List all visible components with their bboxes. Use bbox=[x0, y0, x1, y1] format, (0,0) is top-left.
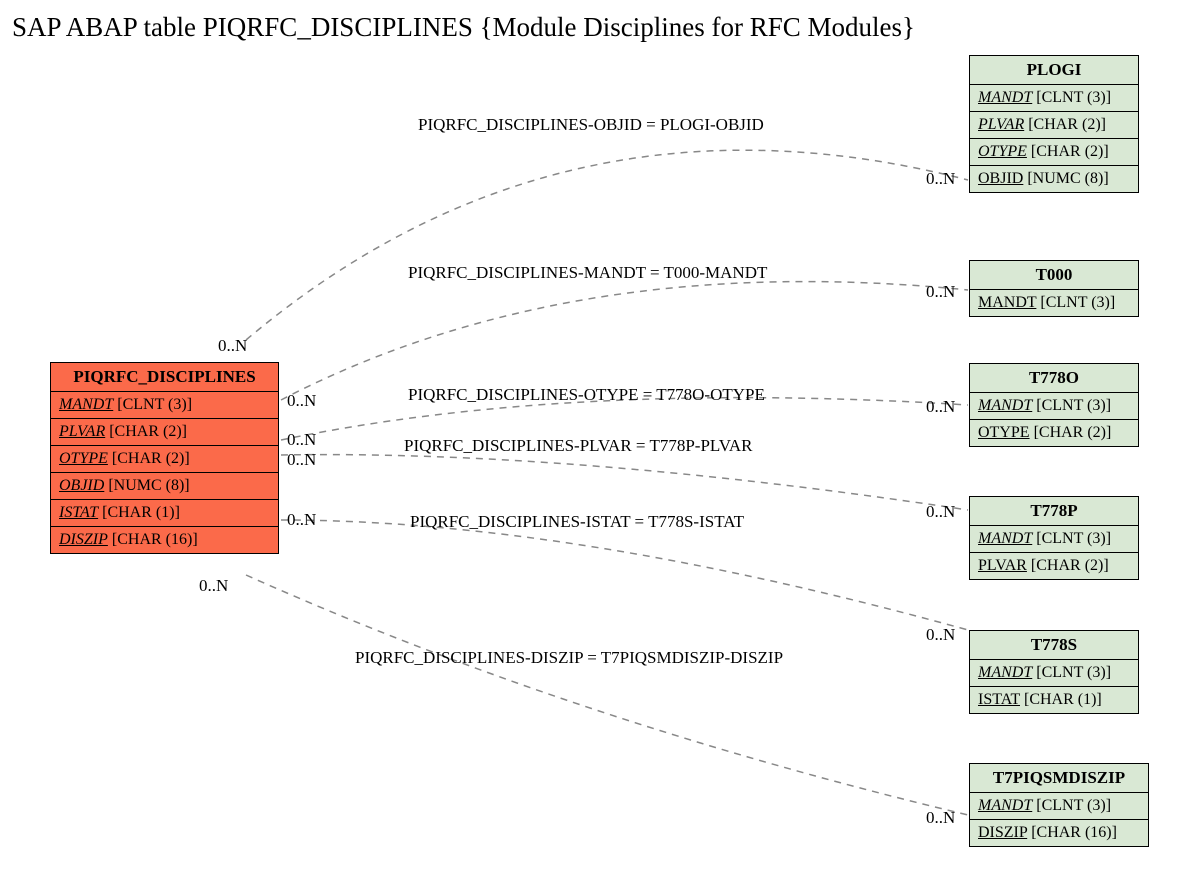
entity-header: T778S bbox=[970, 631, 1138, 660]
cardinality-label: 0..N bbox=[926, 169, 955, 189]
field-row: MANDT [CLNT (3)] bbox=[970, 393, 1138, 420]
diagram-title: SAP ABAP table PIQRFC_DISCIPLINES {Modul… bbox=[12, 12, 915, 43]
cardinality-label: 0..N bbox=[287, 430, 316, 450]
relation-label: PIQRFC_DISCIPLINES-MANDT = T000-MANDT bbox=[408, 263, 767, 283]
entity-header: PIQRFC_DISCIPLINES bbox=[51, 363, 278, 392]
field-row: ISTAT [CHAR (1)] bbox=[970, 687, 1138, 713]
cardinality-label: 0..N bbox=[926, 625, 955, 645]
field-row: OTYPE [CHAR (2)] bbox=[970, 139, 1138, 166]
cardinality-label: 0..N bbox=[926, 282, 955, 302]
entity-header: T778P bbox=[970, 497, 1138, 526]
field-row: ISTAT [CHAR (1)] bbox=[51, 500, 278, 527]
field-row: DISZIP [CHAR (16)] bbox=[51, 527, 278, 553]
entity-header: T7PIQSMDISZIP bbox=[970, 764, 1148, 793]
relation-label: PIQRFC_DISCIPLINES-OTYPE = T778O-OTYPE bbox=[408, 385, 765, 405]
field-row: MANDT [CLNT (3)] bbox=[970, 85, 1138, 112]
cardinality-label: 0..N bbox=[926, 397, 955, 417]
cardinality-label: 0..N bbox=[926, 808, 955, 828]
field-row: DISZIP [CHAR (16)] bbox=[970, 820, 1148, 846]
field-row: PLVAR [CHAR (2)] bbox=[970, 553, 1138, 579]
relation-label: PIQRFC_DISCIPLINES-ISTAT = T778S-ISTAT bbox=[410, 512, 744, 532]
entity-header: PLOGI bbox=[970, 56, 1138, 85]
field-row: PLVAR [CHAR (2)] bbox=[970, 112, 1138, 139]
field-row: OBJID [NUMC (8)] bbox=[970, 166, 1138, 192]
entity-piqrfc-disciplines: PIQRFC_DISCIPLINES MANDT [CLNT (3)] PLVA… bbox=[50, 362, 279, 554]
entity-t7piqsmdiszip: T7PIQSMDISZIP MANDT [CLNT (3)] DISZIP [C… bbox=[969, 763, 1149, 847]
entity-header: T778O bbox=[970, 364, 1138, 393]
cardinality-label: 0..N bbox=[287, 391, 316, 411]
entity-t000: T000 MANDT [CLNT (3)] bbox=[969, 260, 1139, 317]
cardinality-label: 0..N bbox=[287, 510, 316, 530]
entity-t778s: T778S MANDT [CLNT (3)] ISTAT [CHAR (1)] bbox=[969, 630, 1139, 714]
relation-label: PIQRFC_DISCIPLINES-DISZIP = T7PIQSMDISZI… bbox=[355, 648, 783, 668]
field-row: MANDT [CLNT (3)] bbox=[970, 526, 1138, 553]
cardinality-label: 0..N bbox=[287, 450, 316, 470]
field-row: OTYPE [CHAR (2)] bbox=[970, 420, 1138, 446]
relation-label: PIQRFC_DISCIPLINES-OBJID = PLOGI-OBJID bbox=[418, 115, 764, 135]
field-row: OBJID [NUMC (8)] bbox=[51, 473, 278, 500]
cardinality-label: 0..N bbox=[218, 336, 247, 356]
field-row: MANDT [CLNT (3)] bbox=[51, 392, 278, 419]
cardinality-label: 0..N bbox=[199, 576, 228, 596]
field-row: PLVAR [CHAR (2)] bbox=[51, 419, 278, 446]
field-row: MANDT [CLNT (3)] bbox=[970, 660, 1138, 687]
entity-header: T000 bbox=[970, 261, 1138, 290]
field-row: MANDT [CLNT (3)] bbox=[970, 290, 1138, 316]
relation-label: PIQRFC_DISCIPLINES-PLVAR = T778P-PLVAR bbox=[404, 436, 752, 456]
field-row: MANDT [CLNT (3)] bbox=[970, 793, 1148, 820]
cardinality-label: 0..N bbox=[926, 502, 955, 522]
entity-plogi: PLOGI MANDT [CLNT (3)] PLVAR [CHAR (2)] … bbox=[969, 55, 1139, 193]
entity-t778o: T778O MANDT [CLNT (3)] OTYPE [CHAR (2)] bbox=[969, 363, 1139, 447]
entity-t778p: T778P MANDT [CLNT (3)] PLVAR [CHAR (2)] bbox=[969, 496, 1139, 580]
field-row: OTYPE [CHAR (2)] bbox=[51, 446, 278, 473]
